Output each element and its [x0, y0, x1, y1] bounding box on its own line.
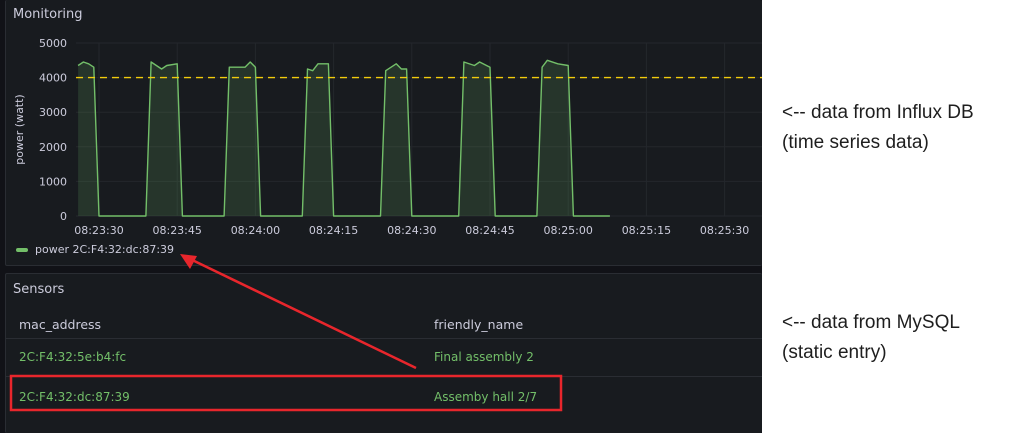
y-axis-label: power (watt) — [13, 94, 26, 164]
x-tick-label: 08:24:45 — [465, 224, 514, 237]
y-tick-label: 1000 — [39, 175, 67, 188]
row-1-mac-address: 2C:F4:32:5e:b4:fc — [19, 350, 127, 364]
mysql-annotation-line-2: (static entry) — [782, 342, 887, 363]
x-tick-label: 08:24:00 — [231, 224, 280, 237]
mysql-annotation: <-- data from MySQL (static entry) — [782, 308, 960, 368]
y-tick-label: 4000 — [39, 72, 67, 85]
influx-annotation: <-- data from Influx DB (time series dat… — [782, 98, 974, 158]
header-divider — [6, 338, 762, 339]
dashboard: Monitoring 0 1000 2000 3000 4000 5000 08:23:30… — [0, 0, 762, 433]
influx-annotation-line-1: <-- data from Influx DB — [782, 102, 974, 123]
power-chart: 0 1000 2000 3000 4000 5000 08:23:30 08:23:45 08:… — [13, 37, 762, 237]
row-2-mac-address: 2C:F4:32:dc:87:39 — [19, 390, 130, 404]
monitoring-panel: Monitoring 0 1000 2000 3000 4000 5000 08:23:30… — [5, 0, 762, 266]
influx-annotation-line-2: (time series data) — [782, 132, 929, 153]
x-tick-label: 08:23:45 — [152, 224, 201, 237]
x-tick-label: 08:25:30 — [700, 224, 749, 237]
sensors-panel: Sensors mac_address friendly_name 2C:F4:… — [5, 273, 762, 433]
x-tick-label: 08:23:30 — [74, 224, 123, 237]
row-1-friendly-name: Final assembly 2 — [434, 350, 534, 364]
series-area — [78, 60, 610, 216]
legend-label: power 2C:F4:32:dc:87:39 — [35, 243, 175, 256]
x-tick-label: 08:25:00 — [543, 224, 592, 237]
column-header-mac-address[interactable]: mac_address — [19, 317, 101, 332]
legend-swatch — [16, 247, 28, 252]
y-tick-label: 5000 — [39, 37, 67, 50]
y-tick-label: 2000 — [39, 141, 67, 154]
row-2-friendly-name: Assemby hall 2/7 — [434, 390, 538, 404]
panel-title-sensors[interactable]: Sensors — [13, 282, 64, 297]
row-divider — [6, 376, 762, 377]
y-tick-label: 0 — [60, 210, 67, 223]
chart-legend[interactable]: power 2C:F4:32:dc:87:39 — [16, 243, 174, 256]
x-tick-label: 08:24:15 — [309, 224, 358, 237]
x-tick-label: 08:25:15 — [622, 224, 671, 237]
y-tick-label: 3000 — [39, 106, 67, 119]
column-header-friendly-name[interactable]: friendly_name — [434, 317, 523, 332]
mysql-annotation-line-1: <-- data from MySQL — [782, 312, 960, 333]
x-tick-label: 08:24:30 — [387, 224, 436, 237]
